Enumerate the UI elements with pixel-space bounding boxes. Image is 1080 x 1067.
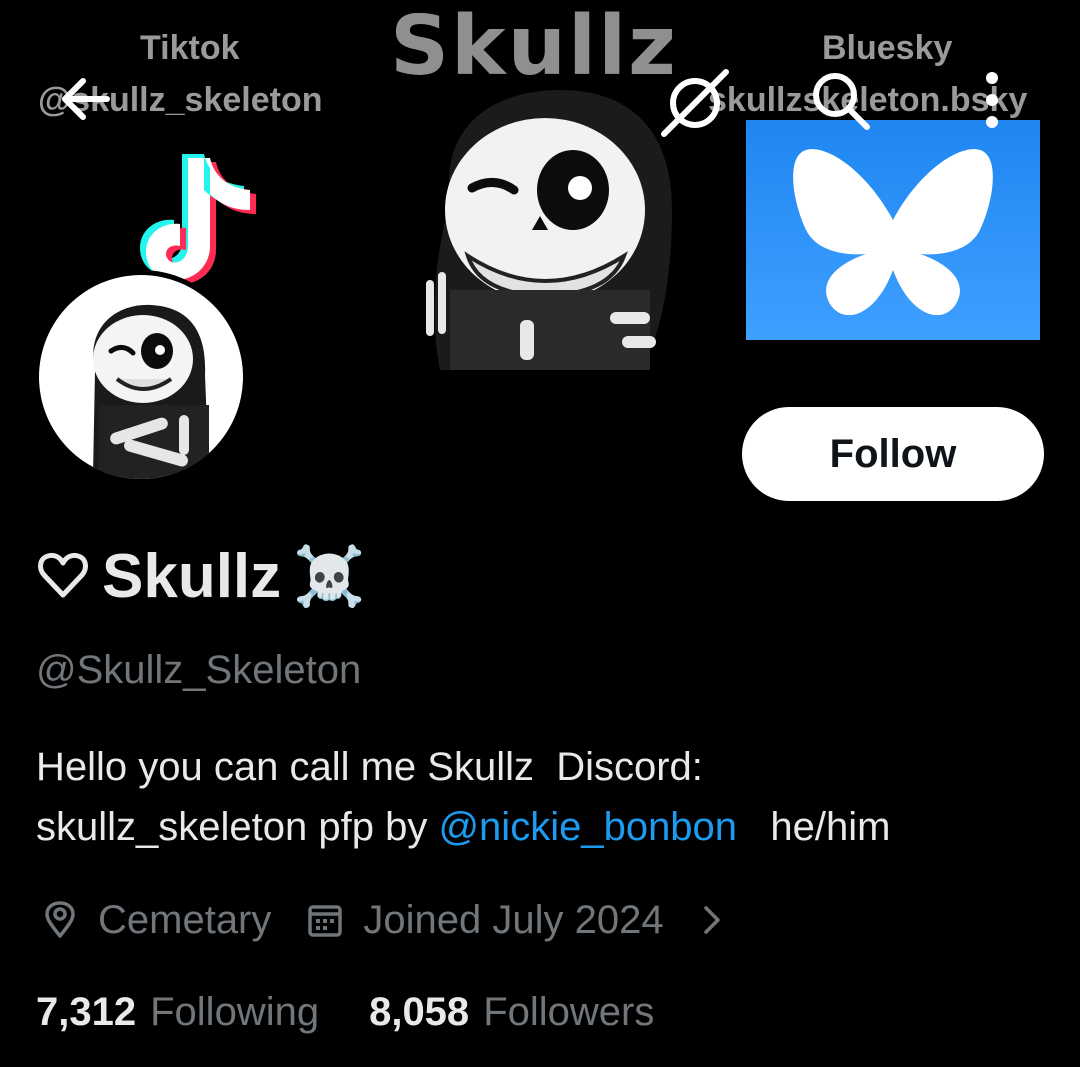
profile-stats: 7,312 Following 8,058 Followers [36, 982, 654, 1042]
display-name-row: Skullz ☠️ [36, 534, 365, 618]
bio-line-1: Hello you can call me Skullz Discord: [36, 745, 703, 789]
heart-outline-icon [38, 552, 88, 598]
bio-line-2-pre: skullz_skeleton pfp by [36, 805, 439, 849]
grok-icon [661, 69, 729, 137]
back-button[interactable] [48, 62, 122, 136]
grok-button[interactable] [656, 64, 734, 142]
skeleton-avatar-art [93, 304, 209, 479]
banner-tiktok-label: Tiktok [140, 29, 240, 67]
chevron-right-icon[interactable] [694, 902, 730, 938]
location-pin-icon [45, 901, 75, 938]
skull-crossbones-icon: ☠️ [293, 542, 366, 610]
calendar-icon [308, 905, 343, 937]
followers-label: Followers [483, 989, 655, 1034]
arrow-left-icon [62, 78, 110, 120]
following-count: 7,312 [36, 989, 137, 1034]
bluesky-logo-tile [746, 120, 1040, 340]
bio-line-2-post: he/him [737, 805, 891, 849]
followers-count: 8,058 [369, 989, 470, 1034]
profile-meta: Cemetary Joined July 2024 [40, 888, 730, 952]
display-name: Skullz [102, 541, 282, 611]
location-text: Cemetary [98, 897, 272, 942]
search-button[interactable] [800, 60, 880, 140]
profile-handle: @Skullz_Skeleton [36, 648, 362, 692]
bio-mention-link[interactable]: @nickie_bonbon [438, 805, 737, 849]
skeleton-banner-art [426, 90, 672, 370]
joined-date-text[interactable]: Joined July 2024 [363, 898, 663, 943]
follow-button[interactable]: Follow [742, 407, 1044, 501]
profile-bio: Hello you can call me Skullz Discord: sk… [36, 737, 1046, 857]
avatar-image [39, 275, 243, 479]
search-icon [813, 73, 870, 130]
butterfly-icon [793, 149, 993, 316]
profile-avatar[interactable] [34, 270, 248, 484]
followers-stat[interactable]: 8,058 Followers [369, 990, 654, 1035]
following-stat[interactable]: 7,312 Following [36, 990, 319, 1035]
banner-title: Skullz [390, 0, 678, 94]
more-options-button[interactable] [952, 60, 1032, 140]
more-vertical-icon [986, 72, 998, 128]
following-label: Following [150, 989, 320, 1034]
